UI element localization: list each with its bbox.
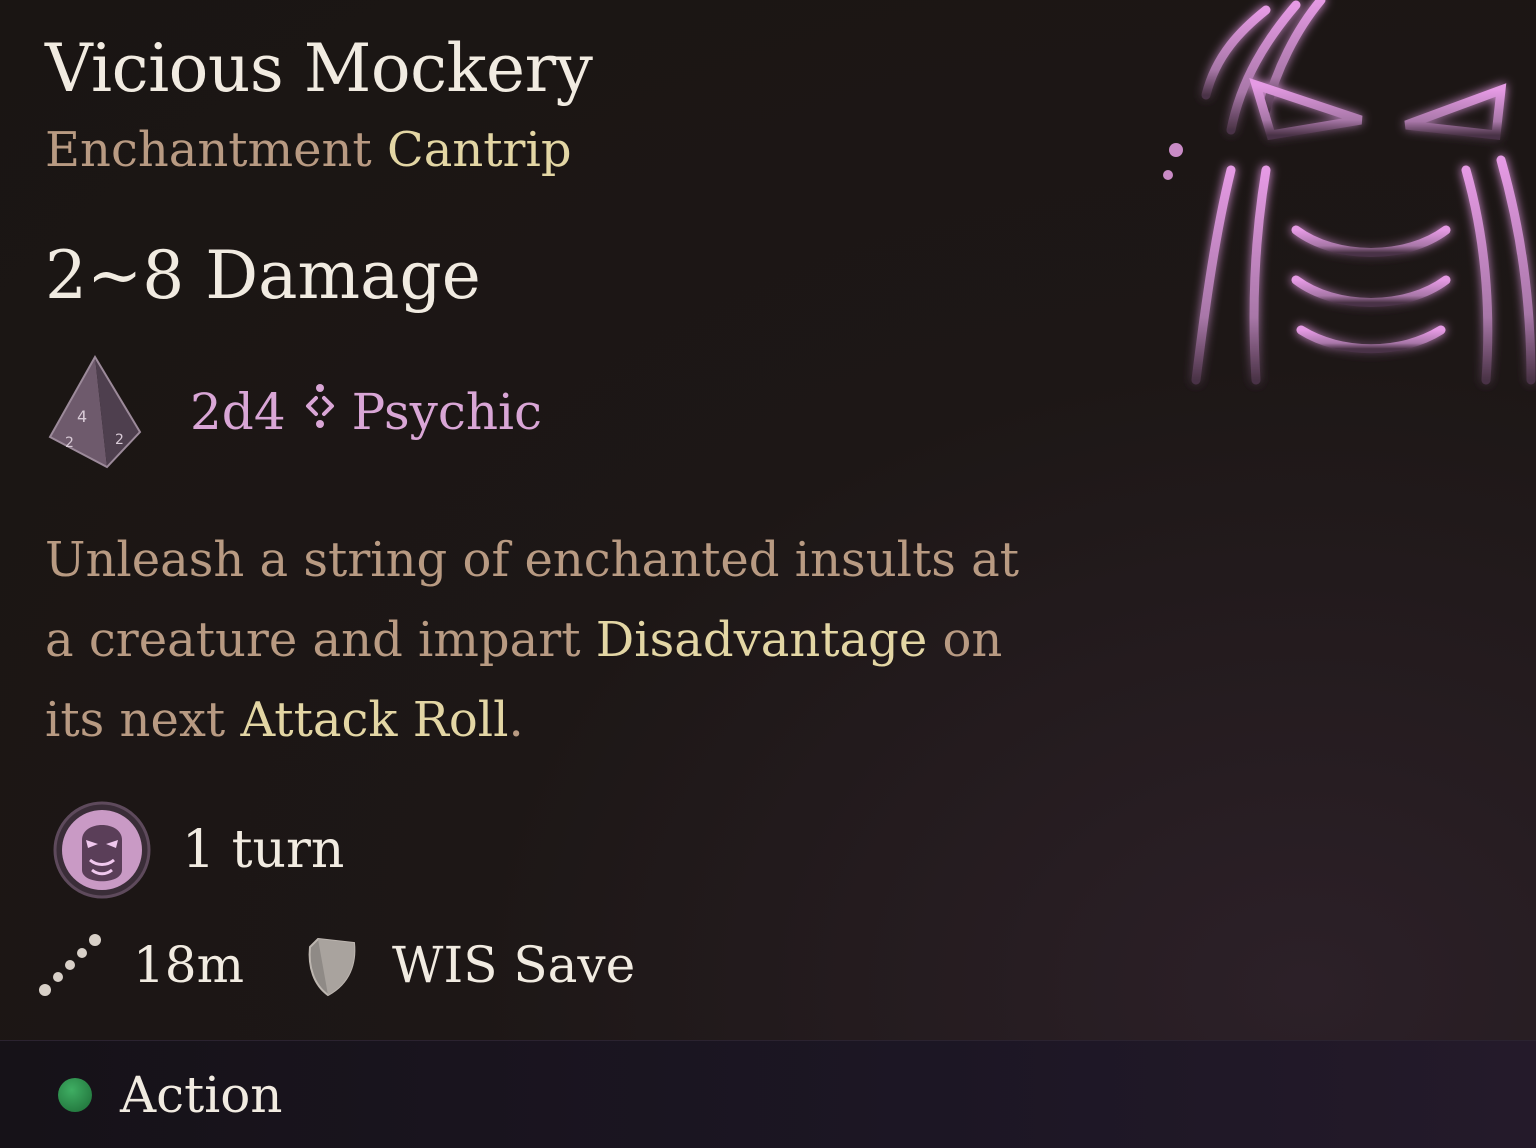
duration-row: 1 turn [52, 795, 344, 905]
spell-school: Enchantment [45, 122, 372, 178]
action-cost-label: Action [120, 1065, 283, 1124]
spell-tooltip: Vicious Mockery Enchantment Cantrip 2~8 … [0, 0, 1536, 1040]
svg-text:2: 2 [65, 435, 74, 451]
keyword-attack-roll[interactable]: Attack Roll [240, 692, 508, 748]
damage-type-separator-icon [300, 381, 340, 443]
damage-dice-row: 4 2 2 2d4 Psychic [45, 352, 542, 472]
action-cost-bar: Action [0, 1040, 1536, 1148]
spell-school-level: Enchantment Cantrip [45, 122, 572, 178]
description-text: . [508, 692, 524, 748]
spell-name: Vicious Mockery [45, 30, 593, 107]
duration: 1 turn [182, 820, 345, 880]
spell-stats-row: 18m WIS Save [35, 925, 635, 1005]
save-shield-icon [308, 937, 356, 997]
condition-icon[interactable] [52, 800, 152, 900]
saving-throw: WIS Save [392, 936, 636, 994]
damage-summary: 2~8 Damage [45, 237, 481, 314]
spell-description: Unleash a string of enchanted insults at… [45, 520, 1055, 760]
spell-level: Cantrip [386, 122, 572, 178]
spell-art-icon [1163, 0, 1536, 385]
damage-dice: 2d4 [190, 383, 286, 441]
d4-dice-icon: 4 2 2 [48, 355, 142, 469]
damage-type: Psychic [351, 383, 543, 441]
range: 18m [133, 936, 245, 994]
range-icon [39, 934, 101, 996]
svg-text:4: 4 [77, 407, 87, 426]
keyword-disadvantage[interactable]: Disadvantage [596, 612, 928, 668]
damage-dice-text: 2d4 Psychic [190, 381, 542, 443]
svg-text:2: 2 [115, 432, 124, 448]
action-dot-icon [58, 1077, 92, 1112]
